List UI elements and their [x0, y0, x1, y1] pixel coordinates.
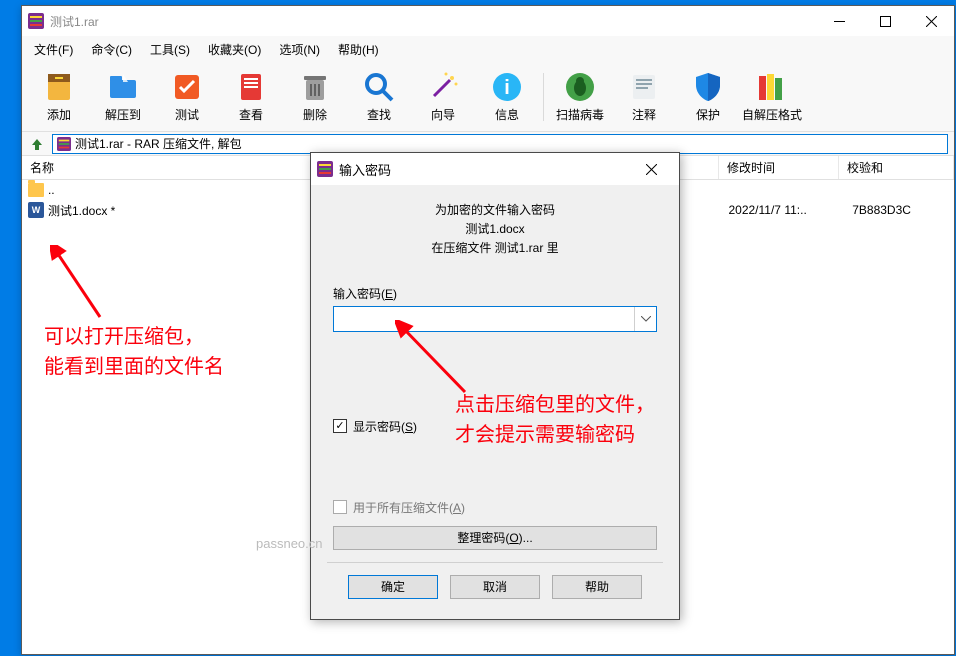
toolbar-label: 删除	[303, 106, 327, 123]
toolbar-separator	[543, 73, 544, 121]
chevron-down-icon	[641, 316, 651, 322]
delete-button[interactable]: 删除	[284, 66, 346, 128]
archive-icon	[57, 137, 71, 151]
up-button[interactable]	[28, 135, 46, 153]
toolbar: 添加 解压到 测试 查看 删除 查找 向导 i 信息 扫描病毒 注释 保护 自解压格式	[22, 62, 954, 132]
file-checksum: 7B883D3C	[844, 203, 954, 217]
toolbar-label: 自解压格式	[742, 106, 802, 123]
cancel-button[interactable]: 取消	[450, 575, 540, 599]
extract-to-icon	[106, 70, 140, 104]
comment-button[interactable]: 注释	[613, 66, 675, 128]
menu-options[interactable]: 选项(N)	[273, 38, 326, 61]
title-bar[interactable]: 测试1.rar	[22, 6, 954, 36]
virus-scan-button[interactable]: 扫描病毒	[549, 66, 611, 128]
add-button[interactable]: 添加	[28, 66, 90, 128]
password-input[interactable]	[333, 306, 657, 332]
dialog-title-bar[interactable]: 输入密码	[311, 153, 679, 185]
minimize-button[interactable]	[816, 6, 862, 36]
wizard-icon	[426, 70, 460, 104]
password-dropdown-button[interactable]	[634, 307, 656, 331]
all-archives-checkbox[interactable]: 用于所有压缩文件(A)	[333, 499, 657, 516]
toolbar-label: 向导	[431, 106, 455, 123]
menu-help[interactable]: 帮助(H)	[332, 38, 385, 61]
col-checksum[interactable]: 校验和	[839, 156, 954, 179]
app-icon	[28, 13, 44, 29]
show-password-checkbox[interactable]: ✓ 显示密码(S)	[333, 418, 657, 435]
help-button[interactable]: 帮助	[552, 575, 642, 599]
svg-text:i: i	[504, 77, 510, 99]
view-icon	[234, 70, 268, 104]
path-text: 测试1.rar - RAR 压缩文件, 解包	[75, 135, 242, 152]
docx-icon: W	[28, 202, 44, 218]
menu-tools[interactable]: 工具(S)	[144, 38, 196, 61]
toolbar-label: 查找	[367, 106, 391, 123]
dialog-message: 为加密的文件输入密码 测试1.docx 在压缩文件 测试1.rar 里	[333, 201, 657, 259]
test-icon	[170, 70, 204, 104]
menu-command[interactable]: 命令(C)	[85, 38, 138, 61]
toolbar-label: 注释	[632, 106, 656, 123]
dialog-title: 输入密码	[339, 160, 391, 179]
toolbar-label: 保护	[696, 106, 720, 123]
toolbar-label: 扫描病毒	[556, 106, 604, 123]
checkbox-icon: ✓	[333, 419, 347, 433]
find-button[interactable]: 查找	[348, 66, 410, 128]
info-button[interactable]: i 信息	[476, 66, 538, 128]
delete-icon	[298, 70, 332, 104]
path-input[interactable]: 测试1.rar - RAR 压缩文件, 解包	[52, 134, 948, 154]
sfx-button[interactable]: 自解压格式	[741, 66, 803, 128]
password-dialog: 输入密码 为加密的文件输入密码 测试1.docx 在压缩文件 测试1.rar 里…	[310, 152, 680, 620]
close-button[interactable]	[908, 6, 954, 36]
organize-passwords-button[interactable]: 整理密码(O)...	[333, 526, 657, 550]
info-icon: i	[490, 70, 524, 104]
ok-button[interactable]: 确定	[348, 575, 438, 599]
find-icon	[362, 70, 396, 104]
col-modified[interactable]: 修改时间	[719, 156, 839, 179]
password-label: 输入密码(E)	[333, 285, 657, 302]
add-icon	[42, 70, 76, 104]
view-button[interactable]: 查看	[220, 66, 282, 128]
test-button[interactable]: 测试	[156, 66, 218, 128]
checkbox-icon	[333, 500, 347, 514]
file-modified: 2022/11/7 11:..	[720, 203, 840, 217]
menu-bar: 文件(F) 命令(C) 工具(S) 收藏夹(O) 选项(N) 帮助(H)	[22, 36, 954, 62]
virus-scan-icon	[563, 70, 597, 104]
comment-icon	[627, 70, 661, 104]
separator	[327, 562, 663, 563]
sfx-icon	[755, 70, 789, 104]
watermark: passneo.cn	[256, 536, 323, 551]
menu-favorites[interactable]: 收藏夹(O)	[202, 38, 267, 61]
toolbar-label: 添加	[47, 106, 71, 123]
protect-button[interactable]: 保护	[677, 66, 739, 128]
dialog-icon	[317, 161, 333, 177]
maximize-button[interactable]	[862, 6, 908, 36]
close-icon	[646, 164, 657, 175]
toolbar-label: 信息	[495, 106, 519, 123]
toolbar-label: 查看	[239, 106, 263, 123]
dialog-close-button[interactable]	[629, 154, 673, 184]
wizard-button[interactable]: 向导	[412, 66, 474, 128]
toolbar-label: 测试	[175, 106, 199, 123]
window-title: 测试1.rar	[50, 13, 99, 30]
folder-icon	[28, 183, 44, 197]
extract-to-button[interactable]: 解压到	[92, 66, 154, 128]
protect-icon	[691, 70, 725, 104]
toolbar-label: 解压到	[105, 106, 141, 123]
menu-file[interactable]: 文件(F)	[28, 38, 79, 61]
